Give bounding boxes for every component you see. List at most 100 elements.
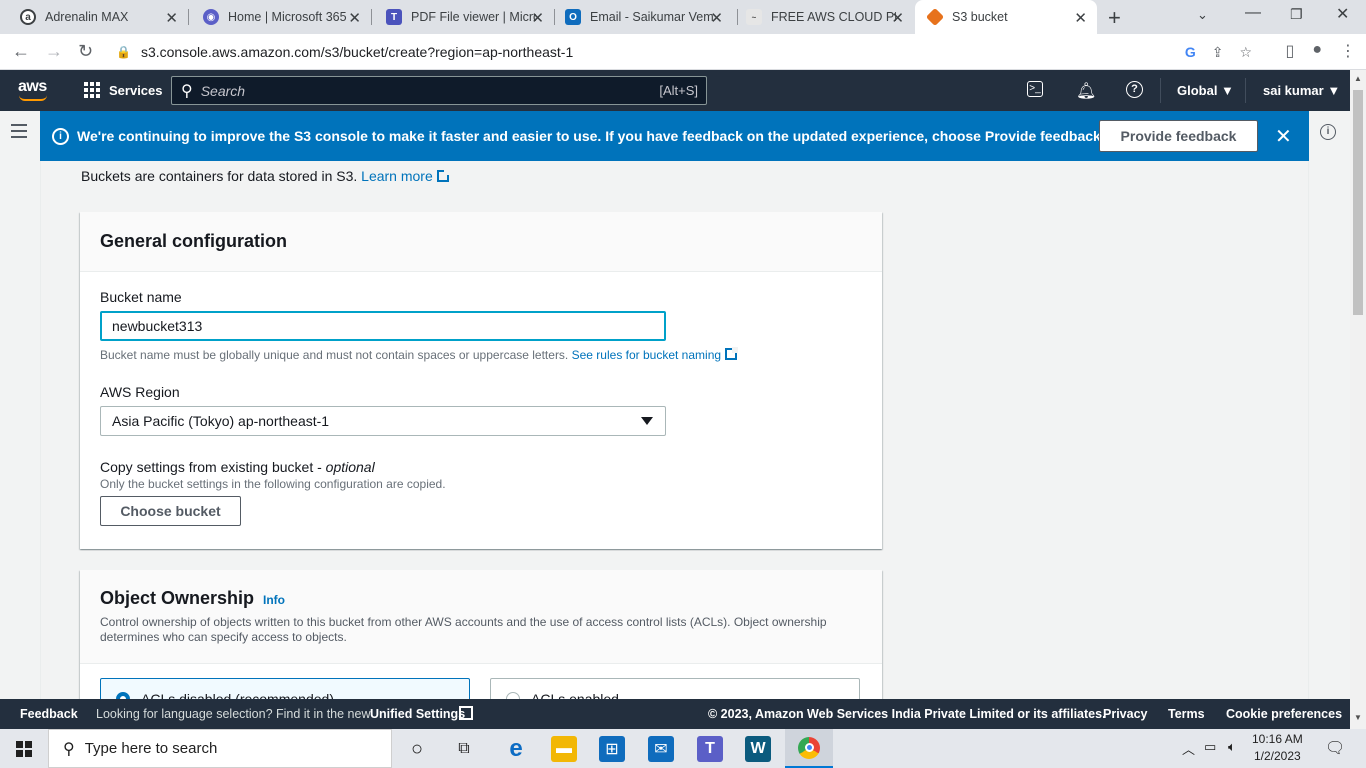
grid-icon [84,82,100,98]
taskbar-search[interactable]: ⚲ [48,729,392,768]
minimize-icon[interactable]: — [1245,4,1261,22]
tray-chevron-icon[interactable]: ︿ [1182,739,1195,758]
aws-search[interactable]: ⚲ [Alt+S] [171,76,707,105]
close-tab-icon[interactable]: ✕ [891,9,904,27]
privacy-link[interactable]: Privacy [1103,707,1147,721]
cloudshell-icon[interactable]: >_ [1027,81,1043,97]
help-icon[interactable]: ? [1126,81,1143,98]
share-icon[interactable]: ⇪ [1212,44,1224,61]
panel-title: General configuration [100,231,288,251]
scroll-down-arrow-icon[interactable]: ▼ [1354,713,1362,722]
account-menu[interactable]: sai kumar ▼ [1263,83,1340,98]
google-translate-icon[interactable]: G [1185,44,1196,61]
choose-bucket-button[interactable]: Choose bucket [100,496,241,526]
terms-link[interactable]: Terms [1168,707,1205,721]
window-close-icon[interactable]: ✕ [1336,4,1349,24]
chrome-icon[interactable] [785,729,833,768]
restore-icon[interactable]: ❐ [1290,6,1303,23]
optional-tag: optional [325,459,375,475]
clock-date: 1/2/2023 [1253,749,1301,763]
reload-icon[interactable]: ↻ [78,41,93,62]
close-icon[interactable]: ✕ [1275,124,1292,149]
s3-icon [925,7,945,27]
acls-disabled-option[interactable]: ACLs disabled (recommended) [100,678,470,699]
learn-more-link[interactable]: Learn more [361,168,433,184]
bucket-name-input[interactable]: newbucket313 [100,311,666,341]
browser-tab-active[interactable]: S3 bucket ✕ [915,0,1097,34]
flash-message: We're continuing to improve the S3 conso… [77,128,1105,144]
external-link-icon [459,706,473,720]
bell-icon[interactable]: 🔔︎ [1076,81,1096,101]
browser-tab[interactable]: O Email - Saikumar Vem ✕ [545,0,733,34]
new-tab-icon[interactable]: + [1108,5,1121,31]
scroll-up-arrow-icon[interactable]: ▲ [1354,74,1362,83]
copy-settings-hint: Only the bucket settings in the followin… [100,477,446,491]
footer-copyright: © 2023, Amazon Web Services India Privat… [708,707,1106,721]
object-ownership-panel: Object Ownership Info Control ownership … [80,570,882,699]
taskbar-search-input[interactable] [84,740,375,757]
file-explorer-icon[interactable]: ▬ [551,736,577,762]
aws-logo[interactable]: aws [18,78,47,101]
aws-region-select[interactable]: Asia Pacific (Tokyo) ap-northeast-1 [100,406,666,436]
close-tab-icon[interactable]: ✕ [1074,9,1087,27]
cookie-preferences-link[interactable]: Cookie preferences [1226,707,1342,721]
hamburger-menu-icon[interactable] [11,124,27,142]
close-tab-icon[interactable]: ✕ [348,9,361,27]
edge-icon[interactable]: e [503,735,529,762]
page-scrollbar[interactable]: ▲ ▼ [1350,70,1366,729]
unified-settings-link[interactable]: Unified Settings [370,707,465,721]
mail-icon[interactable]: ✉ [648,736,674,762]
object-ownership-description: Control ownership of objects written to … [100,615,827,644]
microsoft-store-icon[interactable]: ⊞ [599,736,625,762]
forward-arrow-icon[interactable]: → [45,41,63,62]
footer-feedback-link[interactable]: Feedback [20,707,78,721]
info-link[interactable]: Info [263,593,285,607]
teams-icon: T [386,9,402,25]
browser-tab[interactable]: ~ FREE AWS CLOUD PRA ✕ [726,0,914,34]
bucket-naming-rules-link[interactable]: See rules for bucket naming [572,348,721,362]
teams-icon[interactable]: T [697,736,723,762]
region-selector[interactable]: Global ▼ [1177,83,1234,98]
webex-icon[interactable]: W [745,736,771,762]
network-icon[interactable]: ▭ [1204,739,1216,755]
browser-tab[interactable]: T PDF File viewer | Micro ✕ [366,0,554,34]
circle-a-icon: a [20,9,36,25]
close-tab-icon[interactable]: ✕ [710,9,723,27]
info-panel-icon[interactable]: i [1320,124,1336,140]
windows-start-icon[interactable] [16,741,32,757]
flash-message-text: We're continuing to improve the S3 conso… [77,128,985,144]
search-input[interactable] [200,82,641,99]
flash-banner: i We're continuing to improve the S3 con… [40,111,1309,161]
task-view-icon[interactable]: ⧉ [451,736,477,762]
tab-title: S3 bucket [952,10,1008,24]
system-clock[interactable]: 10:16 AM 1/2/2023 [1252,731,1303,765]
cortana-icon[interactable]: ○ [404,736,430,762]
search-shortcut-hint: [Alt+S] [659,83,698,98]
profile-avatar-icon[interactable]: ● [1312,41,1322,61]
acls-enabled-option[interactable]: ACLs enabled [490,678,860,699]
back-arrow-icon[interactable]: ← [12,41,30,62]
intro-description: Buckets are containers for data stored i… [81,168,358,184]
services-menu-button[interactable]: Services [84,82,163,98]
close-tab-icon[interactable]: ✕ [165,9,178,27]
kebab-menu-icon[interactable]: ⋮ [1340,41,1356,61]
side-panel-icon[interactable]: ▯ [1286,41,1295,61]
aws-region-label: AWS Region [100,384,180,400]
tab-title: FREE AWS CLOUD PRA [771,10,896,24]
services-label: Services [109,82,163,98]
provide-feedback-button[interactable]: Provide feedback [1099,120,1258,152]
tab-title: Home | Microsoft 365 [228,10,347,24]
external-link-icon [725,347,739,360]
address-bar[interactable]: 🔒 s3.console.aws.amazon.com/s3/bucket/cr… [106,38,1260,66]
url-text: s3.console.aws.amazon.com/s3/bucket/crea… [140,44,574,60]
bookmark-star-icon[interactable]: ☆ [1239,44,1252,61]
close-tab-icon[interactable]: ✕ [531,9,544,27]
volume-icon[interactable]: 🔈︎ [1228,739,1236,755]
browser-tab[interactable]: ◉ Home | Microsoft 365 ✕ [183,0,371,34]
scrollbar-thumb[interactable] [1353,90,1363,315]
udemy-icon: ~ [746,9,762,25]
notifications-icon[interactable]: 🗨︎ [1325,738,1345,758]
panel-header: Object Ownership Info Control ownership … [80,570,882,664]
browser-tab[interactable]: a Adrenalin MAX ✕ [0,0,188,34]
tab-search-chevron-icon[interactable]: ⌄ [1197,7,1208,23]
